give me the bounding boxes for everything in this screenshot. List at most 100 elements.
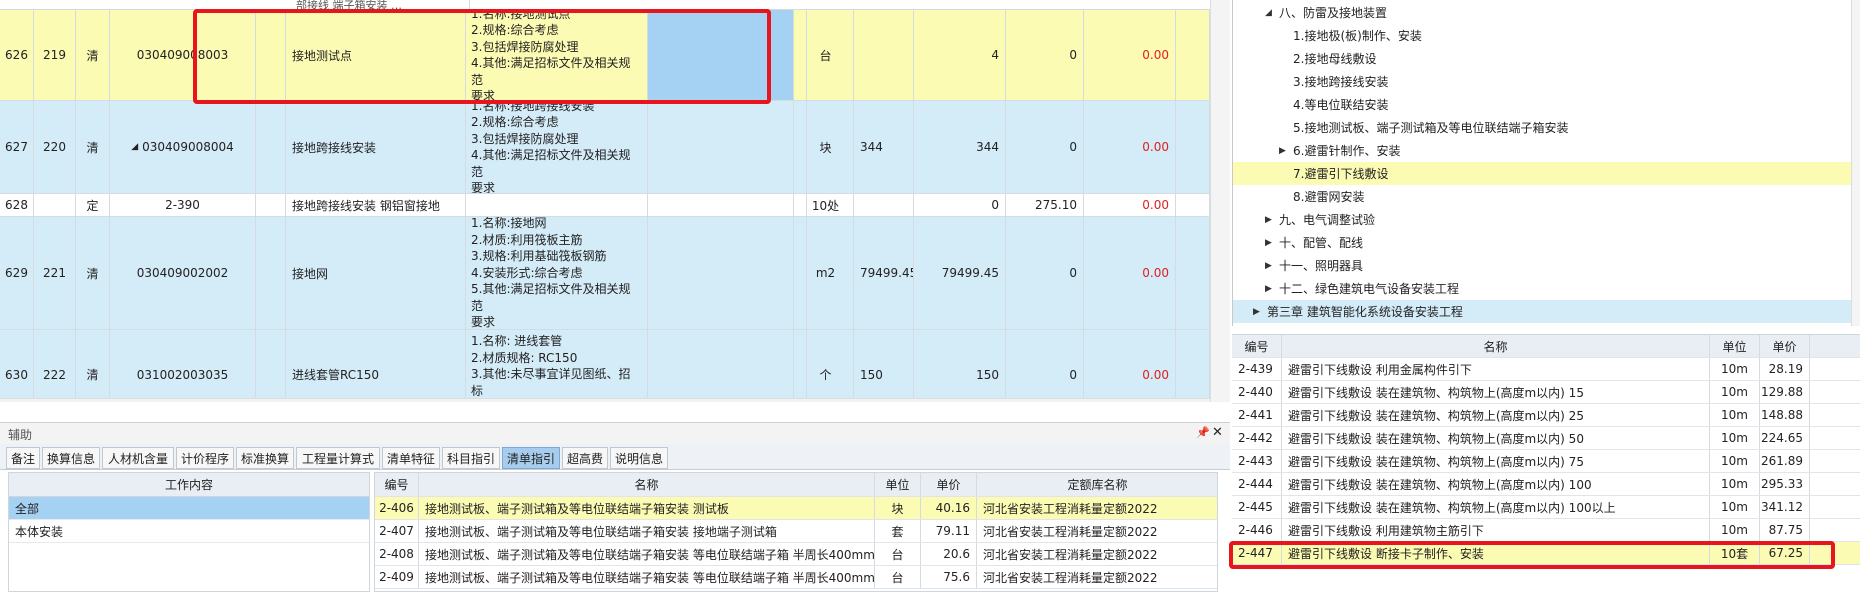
- expand-icon[interactable]: ▶: [1265, 215, 1279, 225]
- empty-cell[interactable]: [648, 217, 794, 329]
- quota-list-row[interactable]: 2-443 避雷引下线敷设 装在建筑物、构筑物上(高度m以内) 75 10m 261.…: [1232, 450, 1860, 473]
- aux-tab[interactable]: 清单指引: [502, 447, 560, 469]
- total-cell[interactable]: 0.00: [1084, 217, 1176, 329]
- aux-tab[interactable]: 计价程序: [176, 447, 234, 469]
- feature-cell[interactable]: 1.名称:接地跨接线安装 2.规格:综合考虑 3.包括焊接防腐处理 4.其他:满足招标…: [466, 101, 648, 193]
- horizontal-scrollbar[interactable]: [0, 398, 1210, 402]
- unit-cell[interactable]: m2: [798, 217, 854, 329]
- empty-cell[interactable]: [648, 194, 794, 216]
- unit-cell[interactable]: 块: [798, 101, 854, 193]
- quota-list-row[interactable]: 2-440 避雷引下线敷设 装在建筑物、构筑物上(高度m以内) 15 10m 129.…: [1232, 381, 1860, 404]
- expand-icon[interactable]: ▶: [1279, 146, 1293, 156]
- rownum-cell[interactable]: 628: [0, 194, 34, 216]
- empty-cell[interactable]: [256, 330, 286, 402]
- rownum-cell[interactable]: 626: [0, 10, 34, 100]
- empty-cell[interactable]: [1176, 101, 1210, 193]
- tree-item[interactable]: 2.接地母线敷设: [1233, 47, 1851, 70]
- empty-cell[interactable]: [1176, 217, 1210, 329]
- pin-icon[interactable]: 📌: [1196, 426, 1210, 439]
- aux-tab[interactable]: 工程量计算式: [296, 447, 380, 469]
- price-cell[interactable]: 0: [1006, 10, 1084, 100]
- qty1-cell[interactable]: 150: [854, 330, 914, 402]
- tree-item[interactable]: 3.接地跨接线安装: [1233, 70, 1851, 93]
- aux-tab[interactable]: 超高费: [562, 447, 608, 469]
- quota-list-row[interactable]: 2-441 避雷引下线敷设 装在建筑物、构筑物上(高度m以内) 25 10m 148.…: [1232, 404, 1860, 427]
- code-cell[interactable]: 2-390: [110, 194, 256, 216]
- tree-item[interactable]: ▶ 十、配管、配线: [1233, 231, 1851, 254]
- tree-item[interactable]: 5.接地测试板、端子测试箱及等电位联结端子箱安装: [1233, 116, 1851, 139]
- name-cell[interactable]: 进线套管RC150: [286, 330, 466, 402]
- qty1-cell[interactable]: 79499.45: [854, 217, 914, 329]
- name-cell[interactable]: 接地跨接线安装: [286, 101, 466, 193]
- bill-row[interactable]: 629 221 清 030409002002 接地网 1.名称:接地网 2.材质:利用筏板主…: [0, 217, 1210, 330]
- empty-cell[interactable]: [256, 10, 286, 100]
- qty2-cell[interactable]: 79499.45: [914, 217, 1006, 329]
- tree-item[interactable]: ▶ 6.避雷针制作、安装: [1233, 139, 1851, 162]
- aux-tab[interactable]: 备注: [6, 447, 40, 469]
- feature-cell[interactable]: 1.名称:接地测试点 2.规格:综合考虑 3.包括焊接防腐处理 4.其他:满足招标文件…: [466, 10, 648, 100]
- aux-tab[interactable]: 换算信息: [42, 447, 100, 469]
- name-cell[interactable]: 接地测试点: [286, 10, 466, 100]
- vertical-scrollbar[interactable]: [1210, 0, 1230, 402]
- empty-cell[interactable]: [1176, 330, 1210, 402]
- price-cell[interactable]: 0: [1006, 217, 1084, 329]
- qty2-cell[interactable]: 344: [914, 101, 1006, 193]
- tree-scrollbar[interactable]: [1851, 0, 1860, 326]
- tree-item[interactable]: 1.接地极(板)制作、安装: [1233, 24, 1851, 47]
- tree-item[interactable]: 4.等电位联结安装: [1233, 93, 1851, 116]
- tree-item[interactable]: 8.避雷网安装: [1233, 185, 1851, 208]
- collapse-icon[interactable]: ◢: [131, 142, 138, 152]
- work-item-body-install[interactable]: 本体安装: [9, 520, 369, 543]
- bill-row[interactable]: 630 222 清 031002003035 进线套管RC150 1.名称: 进线套管 2.…: [0, 330, 1210, 402]
- feature-cell[interactable]: [466, 194, 648, 216]
- empty-cell[interactable]: [648, 10, 794, 100]
- tree-item[interactable]: ▶ 第三章 建筑智能化系统设备安装工程: [1233, 300, 1851, 323]
- type-cell[interactable]: 清: [76, 330, 110, 402]
- empty-cell[interactable]: [256, 217, 286, 329]
- quota-row[interactable]: 2-409 接地测试板、端子测试箱及等电位联结端子箱安装 等电位联结端子箱 半周长…: [375, 566, 1217, 589]
- bill-row[interactable]: 628 定 2-390 接地跨接线安装 钢铝窗接地 10处 0 275.10 0.00: [0, 194, 1210, 217]
- name-cell[interactable]: 接地网: [286, 217, 466, 329]
- qty1-cell[interactable]: [854, 10, 914, 100]
- empty-cell[interactable]: [648, 330, 794, 402]
- quota-list-row[interactable]: 2-439 避雷引下线敷设 利用金属构件引下 10m 28.19: [1232, 358, 1860, 381]
- type-cell[interactable]: 清: [76, 217, 110, 329]
- quota-list-row[interactable]: 2-445 避雷引下线敷设 装在建筑物、构筑物上(高度m以内) 100以上 10m 3…: [1232, 496, 1860, 519]
- qty1-cell[interactable]: 344: [854, 101, 914, 193]
- bill-grid[interactable]: 部接线 端子箱安装 … 626 219 清 030409008003 接地测试点 1.名称…: [0, 0, 1230, 402]
- aux-tab[interactable]: 人材机含量: [102, 447, 174, 469]
- tree-item[interactable]: ▶ 十二、绿色建筑电气设备安装工程: [1233, 277, 1851, 300]
- code-cell[interactable]: ◢ 030409008004: [110, 101, 256, 193]
- expand-icon[interactable]: ▶: [1265, 284, 1279, 294]
- type-cell[interactable]: 清: [76, 10, 110, 100]
- unit-cell[interactable]: 个: [798, 330, 854, 402]
- expand-icon[interactable]: ▶: [1265, 261, 1279, 271]
- expand-icon[interactable]: ▶: [1265, 238, 1279, 248]
- tree-item[interactable]: ▶ 十一、照明器具: [1233, 254, 1851, 277]
- feature-cell[interactable]: 1.名称:接地网 2.材质:利用筏板主筋 3.规格:利用基础筏板钢筋 4.安装形式:综…: [466, 217, 648, 329]
- qty2-cell[interactable]: 0: [914, 194, 1006, 216]
- total-cell[interactable]: 0.00: [1084, 330, 1176, 402]
- quota-row[interactable]: 2-408 接地测试板、端子测试箱及等电位联结端子箱安装 等电位联结端子箱 半周长…: [375, 543, 1217, 566]
- quota-list-row[interactable]: 2-444 避雷引下线敷设 装在建筑物、构筑物上(高度m以内) 100 10m 295…: [1232, 473, 1860, 496]
- rownum-cell[interactable]: 627: [0, 101, 34, 193]
- qty2-cell[interactable]: 4: [914, 10, 1006, 100]
- aux-tab[interactable]: 标准换算: [236, 447, 294, 469]
- qty2-cell[interactable]: 150: [914, 330, 1006, 402]
- quota-row[interactable]: 2-407 接地测试板、端子测试箱及等电位联结端子箱安装 接地端子测试箱套 79.1…: [375, 520, 1217, 543]
- total-cell[interactable]: 0.00: [1084, 101, 1176, 193]
- unit-cell[interactable]: 10处: [798, 194, 854, 216]
- quota-list-row[interactable]: 2-446 避雷引下线敷设 利用建筑物主筋引下 10m 87.75: [1232, 519, 1860, 542]
- empty-cell[interactable]: [256, 101, 286, 193]
- type-cell[interactable]: 清: [76, 101, 110, 193]
- empty-cell[interactable]: [256, 194, 286, 216]
- bill-row[interactable]: 626 219 清 030409008003 接地测试点 1.名称:接地测试点 2.规格:综…: [0, 10, 1210, 101]
- quota-list-row[interactable]: 2-442 避雷引下线敷设 装在建筑物、构筑物上(高度m以内) 50 10m 224.…: [1232, 427, 1860, 450]
- code-cell[interactable]: 030409002002: [110, 217, 256, 329]
- total-cell[interactable]: 0.00: [1084, 194, 1176, 216]
- code-cell[interactable]: 031002003035: [110, 330, 256, 402]
- work-item-all[interactable]: 全部: [9, 497, 369, 520]
- code-cell[interactable]: 030409008003: [110, 10, 256, 100]
- price-cell[interactable]: 0: [1006, 330, 1084, 402]
- price-cell[interactable]: 275.10: [1006, 194, 1084, 216]
